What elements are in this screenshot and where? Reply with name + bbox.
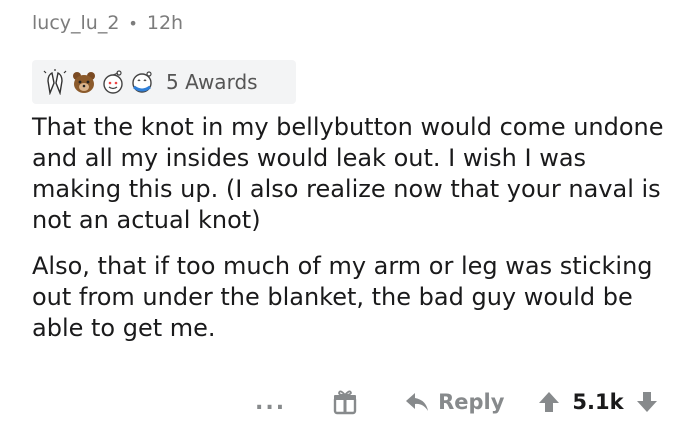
hugz-face-icon: [129, 69, 155, 95]
reply-button[interactable]: Reply: [404, 390, 504, 414]
comment-paragraph: Also, that if too much of my arm or leg …: [32, 252, 653, 342]
username-link[interactable]: lucy_lu_2: [32, 12, 119, 34]
vote-controls: 5.1k: [538, 390, 657, 414]
downvote-arrow-icon[interactable]: [636, 390, 658, 414]
awards-count: 5 Awards: [166, 70, 258, 94]
comment-paragraph: That the knot in my bellybutton would co…: [32, 113, 664, 234]
timestamp[interactable]: 12h: [147, 12, 183, 34]
bear-icon: [71, 69, 97, 95]
comment-body: That the knot in my bellybutton would co…: [32, 112, 672, 359]
comment-actions: ... Reply 5.1k: [255, 384, 695, 420]
awards-bar[interactable]: 5 Awards: [32, 60, 296, 104]
separator-dot: •: [128, 13, 138, 33]
reply-label: Reply: [438, 390, 505, 414]
upvote-arrow-icon[interactable]: [538, 390, 560, 414]
praying-hands-icon: [42, 69, 68, 95]
more-options-button[interactable]: ...: [255, 390, 286, 415]
vote-score: 5.1k: [572, 390, 624, 414]
comment-header: lucy_lu_2 • 12h: [32, 12, 183, 34]
give-award-icon[interactable]: [332, 389, 358, 415]
wholesome-face-icon: [100, 69, 126, 95]
reply-arrow-icon: [406, 393, 429, 411]
